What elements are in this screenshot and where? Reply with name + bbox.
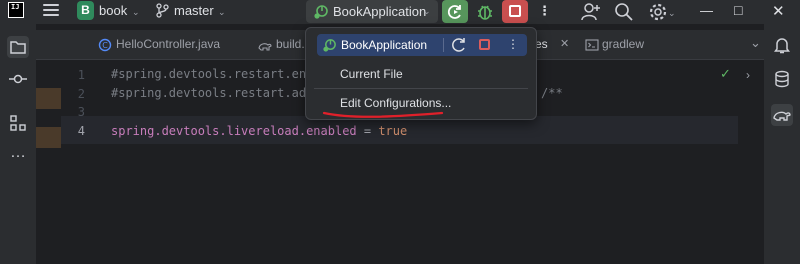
rerun-icon: [447, 5, 461, 19]
search-icon[interactable]: [613, 1, 635, 23]
run-configuration-selector[interactable]: BookApplication ⌄: [306, 0, 438, 23]
code-line-2[interactable]: #spring.devtools.restart.add: [111, 86, 313, 100]
line-number: 1: [77, 68, 85, 82]
java-class-icon: C: [98, 38, 112, 52]
more-actions-icon[interactable]: ⋮: [538, 3, 551, 19]
chevron-down-icon[interactable]: ⌄: [132, 7, 140, 18]
stop-button[interactable]: [502, 0, 528, 23]
chevron-down-icon: ⌄: [423, 6, 431, 16]
tab-build-gradle[interactable]: build.: [276, 37, 305, 51]
gutter-change-marker: [36, 127, 61, 148]
terminal-file-icon: [585, 39, 599, 51]
chevron-down-icon[interactable]: ⌄: [218, 7, 226, 18]
right-tool-window-bar: [764, 24, 800, 264]
commit-icon[interactable]: [7, 68, 29, 90]
popup-item-current-file[interactable]: Current File: [340, 67, 403, 81]
gutter-change-marker: [36, 88, 61, 109]
rerun-button[interactable]: [442, 0, 468, 23]
tab-gradlew[interactable]: gradlew: [602, 37, 644, 51]
tab-list-chevron-icon[interactable]: ⌄: [750, 35, 761, 51]
database-icon[interactable]: [771, 68, 793, 90]
annotation-underline: [322, 111, 444, 118]
property-value: true: [378, 124, 408, 138]
gradle-elephant-icon[interactable]: [771, 104, 793, 126]
minimize-window-icon[interactable]: —: [700, 3, 713, 18]
left-tool-window-bar: …: [0, 24, 36, 264]
structure-icon[interactable]: [7, 112, 29, 134]
svg-text:C: C: [102, 41, 108, 50]
line-number: 3: [77, 105, 85, 119]
add-user-icon[interactable]: [580, 1, 602, 23]
chevron-down-icon[interactable]: ⌄: [668, 8, 676, 19]
spring-boot-icon: [323, 39, 336, 52]
property-key: spring.devtools.livereload.enabled: [111, 124, 357, 138]
gradle-file-icon: [258, 43, 272, 51]
popup-item-bookapplication[interactable]: BookApplication ⋮: [317, 34, 527, 56]
git-branch-icon: [156, 3, 169, 18]
project-name[interactable]: book: [99, 3, 127, 18]
popup-item-label: BookApplication: [341, 38, 428, 52]
project-folder-icon[interactable]: [7, 36, 29, 58]
code-line-1[interactable]: #spring.devtools.restart.ena: [111, 67, 313, 81]
stop-icon: [509, 5, 521, 17]
inspection-ok-icon[interactable]: ✓: [720, 66, 731, 82]
chevron-right-icon[interactable]: ›: [746, 68, 750, 82]
close-window-icon[interactable]: ✕: [772, 2, 785, 20]
stop-icon[interactable]: [479, 39, 490, 50]
line-number: 4: [77, 124, 85, 138]
more-options-icon[interactable]: ⋮: [507, 37, 519, 51]
code-line-4[interactable]: spring.devtools.livereload.enabled = tru…: [111, 124, 407, 138]
editor-right-margin: [738, 60, 764, 264]
line-number: 2: [77, 87, 85, 101]
divider: [314, 88, 528, 89]
notifications-bell-icon[interactable]: [771, 34, 793, 56]
more-tool-windows-icon[interactable]: …: [7, 144, 29, 166]
branch-name[interactable]: master: [174, 3, 214, 18]
spring-boot-icon: [314, 5, 328, 19]
intellij-logo-icon[interactable]: IJ: [8, 2, 24, 18]
run-configuration-label: BookApplication: [333, 4, 427, 19]
main-toolbar: IJ B book ⌄ master ⌄ BookApplication ⌄ ⋮: [0, 0, 800, 24]
debug-bug-icon[interactable]: [474, 1, 496, 23]
close-tab-icon[interactable]: ✕: [560, 37, 569, 50]
maximize-window-icon[interactable]: □: [734, 2, 742, 18]
settings-gear-icon[interactable]: [647, 1, 669, 23]
line-number-gutter: 1 2 3 4: [61, 60, 99, 264]
divider: [443, 38, 444, 52]
code-line-2-tail: /**: [541, 86, 563, 100]
main-menu-icon[interactable]: [43, 4, 59, 16]
rerun-icon[interactable]: [451, 37, 467, 53]
project-badge[interactable]: B: [77, 1, 94, 20]
property-separator: =: [356, 124, 379, 138]
tab-hello-controller[interactable]: HelloController.java: [116, 37, 220, 51]
